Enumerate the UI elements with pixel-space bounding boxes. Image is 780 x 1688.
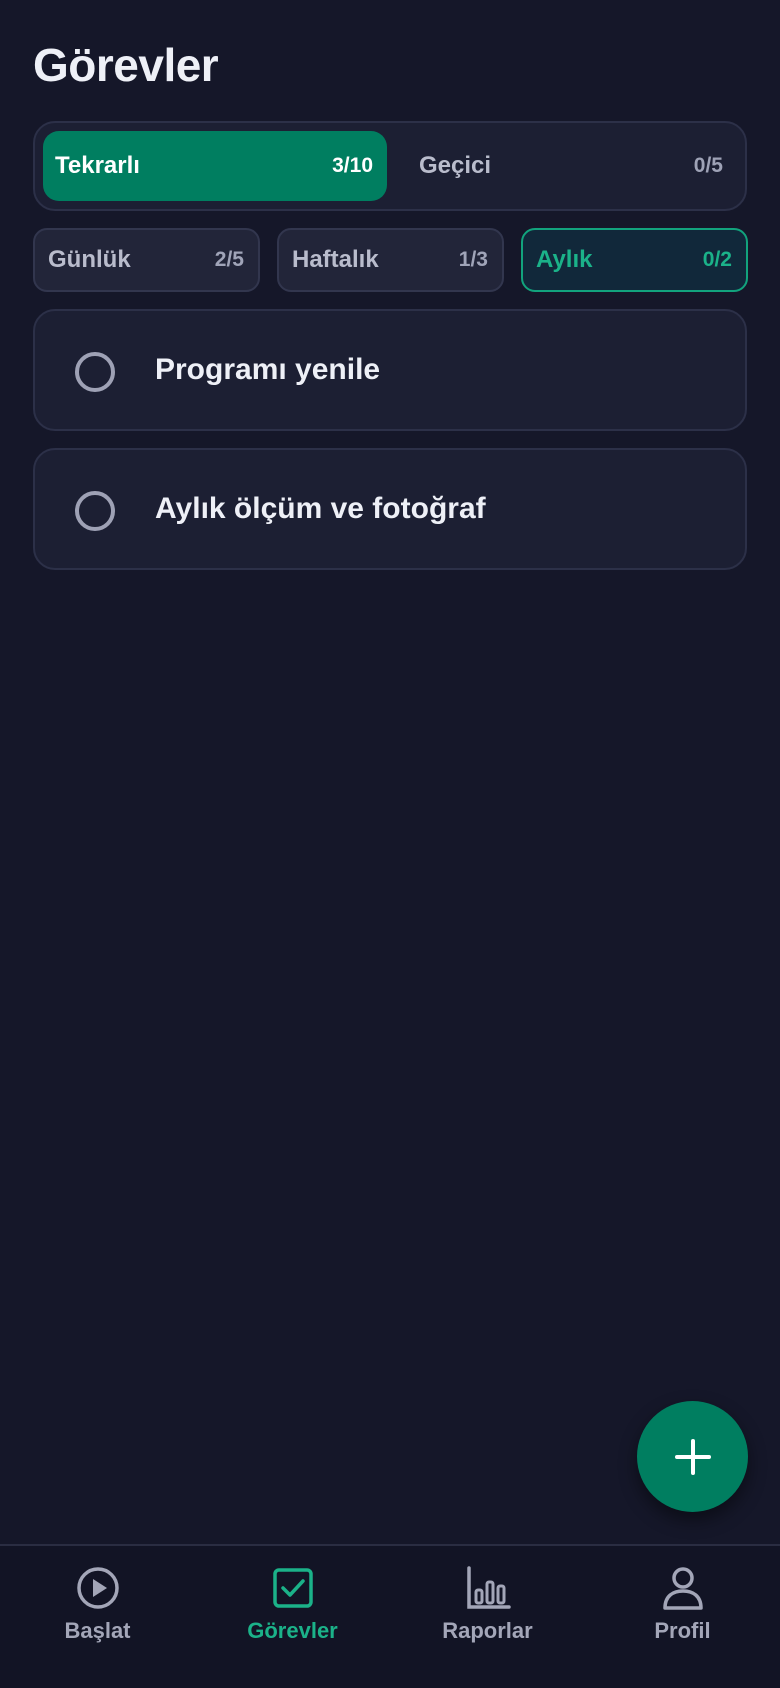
tasks-screen: Görevler Tekrarlı 3/10 Geçici 0/5 Günlük…: [0, 0, 780, 1688]
tab-label: Görevler: [247, 1618, 338, 1643]
period-chip-label: Günlük: [48, 246, 131, 273]
task-card[interactable]: Aylık ölçüm ve fotoğraf: [33, 448, 747, 570]
tab-label: Profil: [654, 1618, 711, 1643]
bottom-tab-bar: Başlat Görevler Raporlar Profil: [0, 1544, 780, 1688]
segment-temporary-label: Geçici: [419, 152, 492, 179]
segment-recurring[interactable]: Tekrarlı 3/10: [43, 131, 387, 201]
segment-temporary[interactable]: Geçici 0/5: [399, 131, 743, 201]
user-icon: [662, 1567, 703, 1610]
bar-chart-icon: [466, 1566, 511, 1609]
plus-icon: [674, 1438, 711, 1475]
period-chip-daily[interactable]: Günlük 2/5: [33, 228, 260, 292]
task-type-segment: Tekrarlı 3/10 Geçici 0/5: [33, 121, 747, 211]
period-chip-monthly[interactable]: Aylık 0/2: [521, 228, 748, 292]
add-task-button[interactable]: [637, 1401, 748, 1512]
segment-recurring-label: Tekrarlı: [55, 152, 140, 179]
page-title: Görevler: [33, 39, 219, 91]
tab-label: Başlat: [64, 1618, 131, 1643]
task-checkbox-circle-icon[interactable]: [75, 491, 115, 531]
task-checkbox-circle-icon[interactable]: [75, 352, 115, 392]
segment-recurring-count: 3/10: [332, 154, 373, 177]
tab-tasks[interactable]: Görevler: [195, 1546, 390, 1646]
period-chip-label: Aylık: [536, 246, 593, 273]
task-title: Aylık ölçüm ve fotoğraf: [155, 492, 486, 525]
period-chip-count: 0/2: [702, 248, 732, 271]
task-card[interactable]: Programı yenile: [33, 309, 747, 431]
tab-profile[interactable]: Profil: [585, 1546, 780, 1646]
tab-label: Raporlar: [442, 1618, 533, 1643]
checkbox-icon: [272, 1568, 313, 1608]
period-chip-weekly[interactable]: Haftalık 1/3: [277, 228, 504, 292]
segment-temporary-count: 0/5: [693, 154, 723, 177]
period-chip-label: Haftalık: [292, 246, 379, 273]
tab-start[interactable]: Başlat: [0, 1546, 195, 1646]
tab-reports[interactable]: Raporlar: [390, 1546, 585, 1646]
period-chip-count: 2/5: [214, 248, 244, 271]
period-chip-count: 1/3: [458, 248, 488, 271]
play-circle-icon: [76, 1567, 119, 1609]
task-title: Programı yenile: [155, 353, 381, 386]
